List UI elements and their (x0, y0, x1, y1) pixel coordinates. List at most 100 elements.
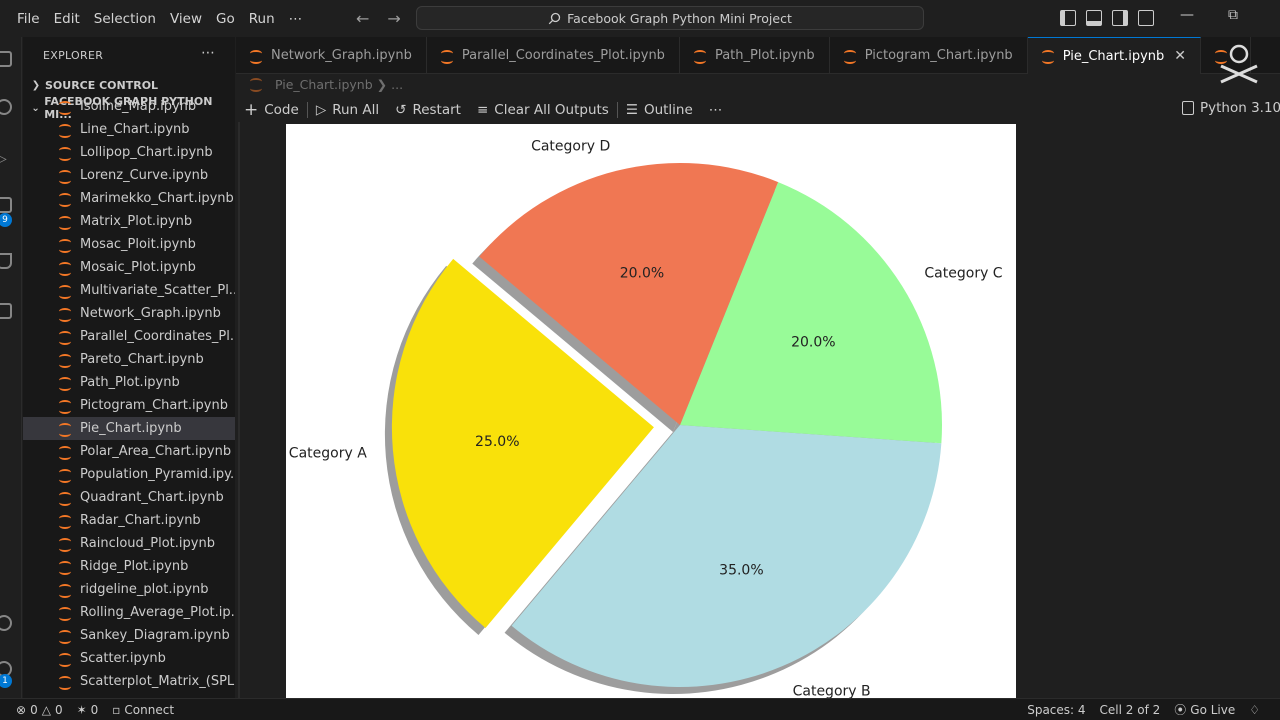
explorer-sidebar: EXPLORER ⋯ ❯ SOURCE CONTROL ⌄ FACEBOOK G… (23, 37, 235, 698)
menu-run[interactable]: Run (249, 11, 275, 27)
clear-outputs-button[interactable]: ≡ Clear All Outputs (477, 102, 609, 118)
run-debug-icon[interactable]: ▷ (0, 151, 12, 167)
notifications-bell-icon[interactable]: ♢ (1249, 703, 1260, 717)
testing-icon[interactable] (0, 253, 12, 269)
source-control-icon[interactable] (0, 197, 12, 213)
restart-button[interactable]: ↺ Restart (395, 102, 461, 118)
outline-button[interactable]: ☰ Outline (626, 102, 693, 118)
breadcrumb-file[interactable]: Pie_Chart.ipynb (275, 77, 373, 92)
connect-status[interactable]: ▫ Connect (112, 703, 174, 717)
file-item[interactable]: Isoline_Map.ipynb (23, 95, 235, 118)
file-item[interactable]: Lorenz_Curve.ipynb (23, 164, 235, 187)
error-icon: ⊗ (16, 702, 27, 717)
toolbar-separator (616, 102, 618, 118)
tab-label: Network_Graph.ipynb (271, 48, 412, 63)
menu-bar: File Edit Selection View Go Run ⋯ (0, 11, 316, 27)
file-item[interactable]: Pareto_Chart.ipynb (23, 348, 235, 371)
explorer-title: EXPLORER (43, 49, 104, 62)
toggle-secondary-sidebar-icon[interactable] (1112, 10, 1128, 26)
explorer-icon[interactable] (0, 51, 12, 67)
file-item[interactable]: Scatter.ipynb (23, 647, 235, 670)
customize-layout-icon[interactable] (1138, 10, 1154, 26)
notebook-icon (842, 48, 860, 64)
file-list: Isoline_Map.ipynb Line_Chart.ipynb Lollipo… (23, 95, 235, 693)
toggle-primary-sidebar-icon[interactable] (1060, 10, 1076, 26)
go-live-status[interactable]: ⦿ Go Live (1174, 701, 1235, 718)
file-item[interactable]: Path_Plot.ipynb (23, 371, 235, 394)
editor-tab[interactable]: Path_Plot.ipynb (680, 37, 830, 74)
file-label: Network_Graph.ipynb (80, 306, 221, 321)
explorer-more-icon[interactable]: ⋯ (201, 45, 215, 61)
ports-status[interactable]: ✶ 0 (77, 703, 99, 717)
account-icon[interactable] (0, 615, 12, 631)
file-item[interactable]: Lollipop_Chart.ipynb (23, 141, 235, 164)
notebook-icon (248, 48, 266, 64)
notebook-icon (248, 76, 266, 92)
file-label: Radar_Chart.ipynb (80, 513, 201, 528)
file-label: Pie_Chart.ipynb (80, 421, 182, 436)
spaces-status[interactable]: Spaces: 4 (1027, 703, 1085, 717)
file-item[interactable]: Scatterplot_Matrix_(SPL... (23, 670, 235, 693)
editor-tab[interactable]: Network_Graph.ipynb (236, 37, 427, 74)
file-label: Lorenz_Curve.ipynb (80, 168, 209, 183)
file-item[interactable]: Rolling_Average_Plot.ip... (23, 601, 235, 624)
database-icon: ▫ (112, 702, 121, 717)
toolbar-more-button[interactable]: ⋯ (709, 102, 723, 118)
file-item[interactable]: Ridge_Plot.ipynb (23, 555, 235, 578)
file-label: Raincloud_Plot.ipynb (80, 536, 215, 551)
file-item[interactable]: Mosac_Ploit.ipynb (23, 233, 235, 256)
file-item[interactable]: Parallel_Coordinates_Pl... (23, 325, 235, 348)
warnings-count: 0 (54, 702, 63, 717)
menu-view[interactable]: View (170, 11, 202, 27)
file-item[interactable]: Matrix_Plot.ipynb (23, 210, 235, 233)
file-item[interactable]: Polar_Area_Chart.ipynb (23, 440, 235, 463)
file-item[interactable]: Population_Pyramid.ipy... (23, 463, 235, 486)
add-code-cell-button[interactable]: + Code (244, 100, 299, 120)
editor-tab[interactable]: Pie_Chart.ipynb ✕ (1027, 37, 1201, 74)
menu-go[interactable]: Go (216, 11, 235, 27)
file-item[interactable]: Pictogram_Chart.ipynb (23, 394, 235, 417)
file-label: Matrix_Plot.ipynb (80, 214, 193, 229)
file-item[interactable]: Network_Graph.ipynb (23, 302, 235, 325)
search-activity-icon[interactable] (0, 99, 12, 115)
forward-arrow-icon[interactable]: → (387, 9, 400, 28)
file-item[interactable]: Radar_Chart.ipynb (23, 509, 235, 532)
file-label: Ridge_Plot.ipynb (80, 559, 189, 574)
file-item[interactable]: Line_Chart.ipynb (23, 118, 235, 141)
file-item[interactable]: ridgeline_plot.ipynb (23, 578, 235, 601)
run-all-button[interactable]: ▷ Run All (316, 102, 379, 118)
source-control-section[interactable]: ❯ SOURCE CONTROL (23, 74, 235, 96)
source-control-badge: 9 (0, 213, 12, 227)
kernel-picker[interactable]: Python 3.10. (1182, 100, 1280, 116)
editor-tab[interactable]: Parallel_Coordinates_Plot.ipynb (427, 37, 680, 74)
pie-category-label: Category A (289, 445, 367, 461)
file-item[interactable]: Pie_Chart.ipynb (23, 417, 235, 440)
toggle-panel-icon[interactable] (1086, 10, 1102, 26)
file-item[interactable]: Marimekko_Chart.ipynb (23, 187, 235, 210)
command-center-search[interactable]: Facebook Graph Python Mini Project (416, 6, 924, 30)
back-arrow-icon[interactable]: ← (356, 9, 369, 28)
notebook-icon (439, 48, 457, 64)
notebook-icon (57, 191, 75, 207)
file-item[interactable]: Mosaic_Plot.ipynb (23, 256, 235, 279)
restore-icon[interactable]: ⧉ (1228, 7, 1238, 23)
problems-status[interactable]: ⊗ 0 △ 0 (16, 703, 63, 717)
breadcrumb-rest[interactable]: ... (391, 77, 403, 92)
broadcast-icon: ⦿ (1174, 703, 1187, 717)
extensions-icon[interactable] (0, 303, 12, 319)
menu-file[interactable]: File (17, 11, 40, 27)
file-item[interactable]: Quadrant_Chart.ipynb (23, 486, 235, 509)
menu-more[interactable]: ⋯ (289, 11, 303, 27)
close-tab-icon[interactable]: ✕ (1174, 48, 1186, 64)
minimize-icon[interactable]: — (1180, 7, 1194, 23)
menu-selection[interactable]: Selection (94, 11, 156, 27)
notebook-icon (57, 352, 75, 368)
file-item[interactable]: Raincloud_Plot.ipynb (23, 532, 235, 555)
cell-status[interactable]: Cell 2 of 2 (1100, 703, 1161, 717)
notebook-icon (57, 145, 75, 161)
file-item[interactable]: Multivariate_Scatter_Pl... (23, 279, 235, 302)
pie-chart: 25.0% Category A 35.0% Category B 20.0% Categ… (289, 138, 1003, 699)
menu-edit[interactable]: Edit (54, 11, 80, 27)
editor-tab[interactable]: Pictogram_Chart.ipynb (830, 37, 1028, 74)
file-item[interactable]: Sankey_Diagram.ipynb (23, 624, 235, 647)
